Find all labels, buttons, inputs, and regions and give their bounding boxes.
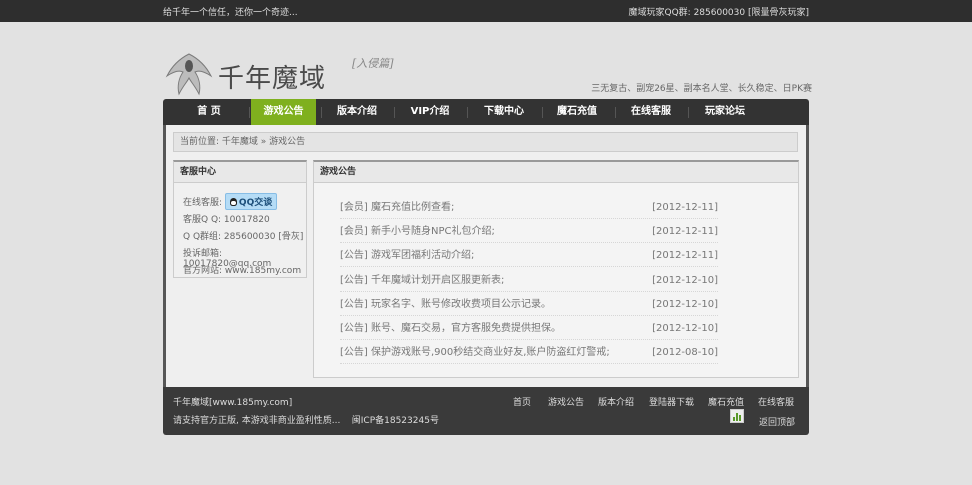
service-website: 官方网站: www.185my.com: [183, 266, 302, 276]
service-qq-group: Q Q群组: 285600030 [骨灰]: [183, 232, 304, 242]
breadcrumb: 当前位置: 千年魔域 » 游戏公告: [173, 132, 798, 152]
news-title: [公告] 玩家名字、账号修改收费项目公示记录。: [340, 299, 551, 310]
logo-subtitle: [入侵篇]: [352, 57, 394, 70]
news-date: [2012-12-10]: [652, 299, 718, 310]
news-date: [2012-12-11]: [652, 226, 718, 237]
news-item[interactable]: [公告] 账号、魔石交易，官方客服免费提供担保。 [2012-12-10]: [340, 319, 718, 340]
news-item[interactable]: [公告] 千年魔域计划开启区服更新表; [2012-12-10]: [340, 271, 718, 292]
customer-service-box: 客服中心 在线客服: QQ交谈 客服Q Q: 10017820 Q Q群组: 2…: [173, 160, 307, 278]
customer-service-title: 客服中心: [174, 162, 306, 183]
slogan-text: 三无复古、副宠26星、副本名人堂、长久稳定、日PK赛: [591, 84, 812, 94]
nav-forum[interactable]: 玩家论坛: [690, 99, 760, 125]
stats-icon[interactable]: [730, 409, 744, 423]
nav-online-service[interactable]: 在线客服: [617, 99, 685, 125]
back-to-top-link[interactable]: 返回顶部: [759, 415, 795, 428]
news-date: [2012-12-11]: [652, 250, 718, 261]
footer-link-online-service[interactable]: 在线客服: [758, 395, 794, 408]
news-date: [2012-12-10]: [652, 323, 718, 334]
main-nav: 首 页 游戏公告 版本介绍 VIP介绍 下载中心 魔石充值 在线客服 玩家论坛: [163, 99, 809, 125]
online-service-label: 在线客服:: [183, 198, 223, 208]
news-title: [公告] 账号、魔石交易，官方客服免费提供担保。: [340, 323, 561, 334]
news-item[interactable]: [公告] 玩家名字、账号修改收费项目公示记录。 [2012-12-10]: [340, 295, 718, 316]
nav-version-intro[interactable]: 版本介绍: [323, 99, 391, 125]
qq-penguin-icon: [229, 198, 237, 206]
footer-link-version[interactable]: 版本介绍: [598, 395, 634, 408]
nav-vip-intro[interactable]: VIP介绍: [396, 99, 464, 125]
footer-link-recharge[interactable]: 魔石充值: [708, 395, 744, 408]
footer-link-launcher-download[interactable]: 登陆器下载: [649, 395, 694, 408]
news-title: [会员] 魔石充值比例查看;: [340, 202, 455, 213]
service-qq: 客服Q Q: 10017820: [183, 215, 270, 225]
footer-link-announcements[interactable]: 游戏公告: [548, 395, 584, 408]
news-item[interactable]: [公告] 保护游戏账号,900秒结交商业好友,账户防盗红灯警戒; [2012-08…: [340, 343, 718, 364]
nav-recharge[interactable]: 魔石充值: [544, 99, 610, 125]
footer: 千年魔域[www.185my.com] 请支持官方正版, 本游戏非商业盈利性质.…: [163, 387, 809, 435]
nav-download-center[interactable]: 下载中心: [469, 99, 539, 125]
nav-announcements[interactable]: 游戏公告: [251, 99, 316, 125]
online-service-row: 在线客服: QQ交谈: [183, 193, 278, 210]
footer-site-name: 千年魔域[www.185my.com]: [173, 398, 293, 408]
news-title: [公告] 千年魔域计划开启区服更新表;: [340, 275, 505, 286]
news-date: [2012-12-11]: [652, 202, 718, 213]
news-item[interactable]: [公告] 游戏军团福利活动介绍; [2012-12-11]: [340, 246, 718, 267]
announcements-title: 游戏公告: [314, 162, 798, 183]
qq-chat-label: QQ交谈: [238, 198, 273, 208]
footer-link-home[interactable]: 首页: [513, 395, 531, 408]
qq-chat-button[interactable]: QQ交谈: [224, 193, 278, 210]
logo-title: 千年魔域: [218, 64, 327, 94]
welcome-text: 给千年一个信任，还你一个奇迹...: [163, 8, 298, 18]
top-bar: 给千年一个信任，还你一个奇迹... 魔域玩家QQ群: 285600030 [限量…: [0, 0, 972, 22]
news-title: [公告] 保护游戏账号,900秒结交商业好友,账户防盗红灯警戒;: [340, 347, 610, 358]
logo-icon: [165, 53, 213, 96]
news-title: [会员] 新手小号随身NPC礼包介绍;: [340, 226, 495, 237]
nav-home[interactable]: 首 页: [173, 99, 245, 125]
footer-icp[interactable]: 闽ICP备18523245号: [352, 416, 439, 426]
news-title: [公告] 游戏军团福利活动介绍;: [340, 250, 475, 261]
news-date: [2012-12-10]: [652, 275, 718, 286]
footer-notice: 请支持官方正版, 本游戏非商业盈利性质... 闽ICP备18523245号: [173, 416, 439, 426]
news-item[interactable]: [会员] 新手小号随身NPC礼包介绍; [2012-12-11]: [340, 222, 718, 243]
news-date: [2012-08-10]: [652, 347, 718, 358]
news-item[interactable]: [会员] 魔石充值比例查看; [2012-12-11]: [340, 198, 718, 219]
qq-group-text: 魔域玩家QQ群: 285600030 [限量骨灰玩家]: [628, 8, 809, 18]
